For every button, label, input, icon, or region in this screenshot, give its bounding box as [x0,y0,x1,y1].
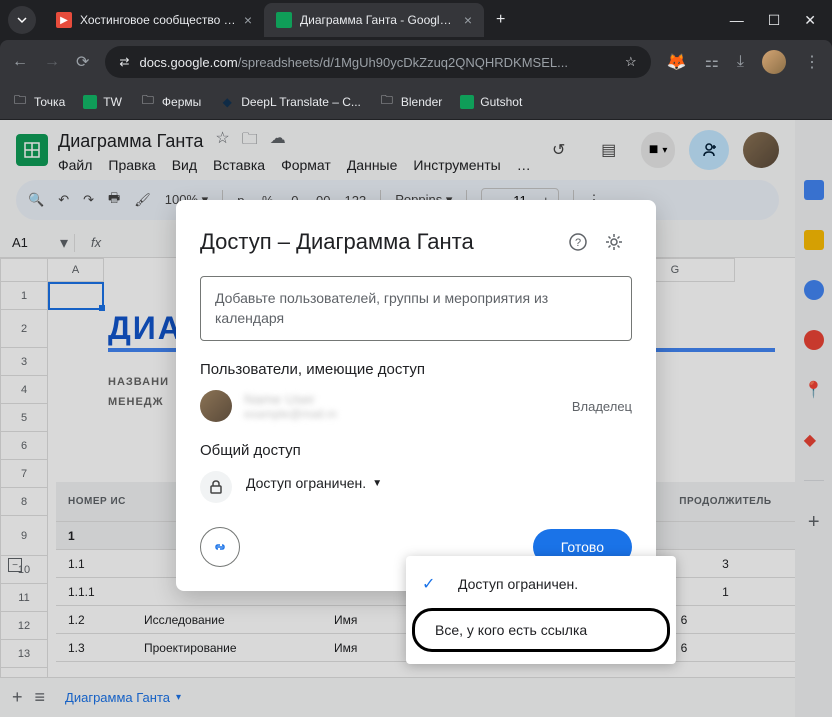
browser-tab-strip: ▶ Хостинговое сообщество «Tim × Диаграмм… [0,0,832,40]
dialog-title: Доступ – Диаграмма Ганта [200,229,560,255]
share-dialog: Доступ – Диаграмма Ганта ? Добавьте поль… [176,200,656,591]
extension-icon[interactable]: 🦊 [667,52,687,72]
tab-favicon [276,12,292,28]
user-role: Владелец [572,399,632,414]
sheets-icon [460,95,474,109]
profile-avatar[interactable] [762,50,786,74]
svg-text:?: ? [575,237,581,249]
bookmark-item[interactable]: ◆DeepL Translate – С... [219,94,361,110]
extensions-icon[interactable]: ⚏ [705,52,719,72]
bookmark-item[interactable]: Gutshot [460,95,522,109]
minimize-button[interactable]: — [730,12,744,29]
lock-icon [200,471,232,503]
dropdown-option-restricted[interactable]: ✓ Доступ ограничен. [406,564,676,604]
copy-link-button[interactable] [200,527,240,567]
back-button[interactable]: ← [12,53,28,71]
folder-icon: 🗀 [12,94,28,110]
user-name: Name User [244,391,560,407]
chevron-down-icon: ▼ [372,478,382,489]
site-info-icon[interactable]: ⇄ [119,55,129,69]
forward-button[interactable]: → [44,53,60,71]
bookmark-item[interactable]: TW [83,95,122,109]
sheets-icon [83,95,97,109]
tab-favicon: ▶ [56,12,72,28]
dialog-overlay: Доступ – Диаграмма Ганта ? Добавьте поль… [0,120,832,717]
tab-title: Диаграмма Ганта - Google Таб [300,13,456,27]
new-tab-button[interactable]: + [484,11,517,29]
star-icon[interactable]: ☆ [625,54,637,70]
user-avatar [200,390,232,422]
browser-tab-active[interactable]: Диаграмма Ганта - Google Таб × [264,3,484,37]
address-bar[interactable]: ⇄ docs.google.com/spreadsheets/d/1MgUh90… [105,46,650,78]
user-email: example@mail.m [244,407,560,421]
close-window-button[interactable]: ✕ [804,12,816,29]
bookmarks-bar: 🗀Точка TW 🗀Фермы ◆DeepL Translate – С...… [0,84,832,120]
add-people-input[interactable]: Добавьте пользователей, группы и меропри… [200,276,632,341]
browser-toolbar: ← → ⟳ ⇄ docs.google.com/spreadsheets/d/1… [0,40,832,84]
browser-tab[interactable]: ▶ Хостинговое сообщество «Tim × [44,3,264,37]
bookmark-item[interactable]: 🗀Blender [379,94,442,110]
reload-button[interactable]: ⟳ [76,52,89,72]
access-dropdown-menu: ✓ Доступ ограничен. Все, у кого есть ссы… [406,556,676,664]
gear-icon[interactable] [596,224,632,260]
browser-menu-icon[interactable]: ⋮ [804,52,820,72]
bookmark-item[interactable]: 🗀Фермы [140,94,201,110]
sheets-app: Диаграмма Ганта ☆ 🗀 ☁ Файл Правка Вид Вс… [0,120,832,717]
deepl-icon: ◆ [219,94,235,110]
users-heading: Пользователи, имеющие доступ [200,361,632,378]
close-icon[interactable]: × [464,12,472,28]
folder-icon: 🗀 [379,94,395,110]
url-text: docs.google.com/spreadsheets/d/1MgUh90yc… [139,55,615,70]
help-icon[interactable]: ? [560,224,596,260]
maximize-button[interactable]: ☐ [768,12,781,29]
tab-search-button[interactable] [8,6,36,34]
dropdown-option-anyone-link[interactable]: Все, у кого есть ссылка [412,608,670,652]
folder-icon: 🗀 [140,94,156,110]
bookmark-item[interactable]: 🗀Точка [12,94,65,110]
access-dropdown[interactable]: Доступ ограничен. ▼ [246,471,632,495]
general-access-heading: Общий доступ [200,442,632,459]
check-icon: ✓ [422,574,442,594]
downloads-icon[interactable]: ⤓ [737,53,744,71]
user-row: Name User example@mail.m Владелец [200,390,632,422]
tab-title: Хостинговое сообщество «Tim [80,13,236,27]
close-icon[interactable]: × [244,12,252,28]
window-controls: — ☐ ✕ [730,12,824,29]
